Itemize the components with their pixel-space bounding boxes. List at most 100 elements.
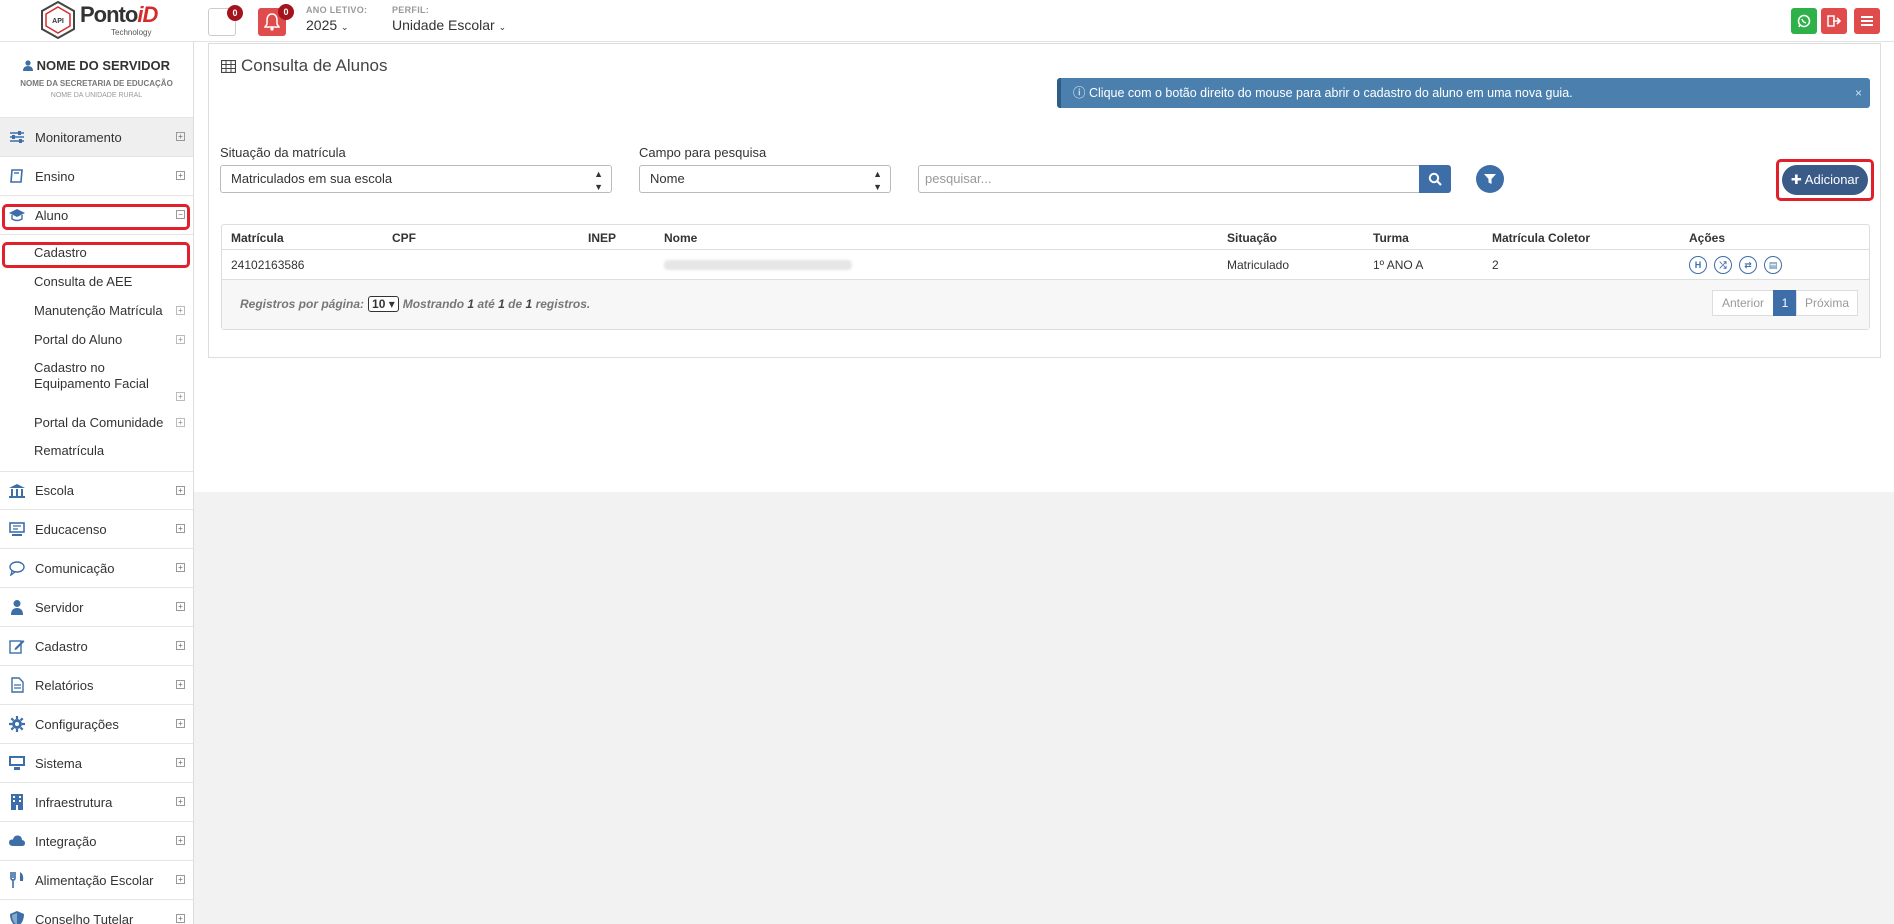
per-page-select[interactable]: 10 ▾ <box>368 296 399 312</box>
expand-icon: + <box>176 486 185 495</box>
info-alert: ⓘ Clique com o botão direito do mouse pa… <box>1057 78 1870 108</box>
campo-select[interactable]: Nome ▲ ▼ <box>639 165 891 193</box>
page-1-button[interactable]: 1 <box>1773 290 1797 316</box>
expand-icon: + <box>176 836 185 845</box>
situacao-select[interactable]: Matriculados em sua escola ▲ ▼ <box>220 165 612 193</box>
expand-icon: + <box>176 132 185 141</box>
search-icon <box>1428 172 1442 186</box>
sidebar-item-relatorios[interactable]: Relatórios + <box>0 666 193 705</box>
cell-matricula: 24102163586 <box>231 258 305 272</box>
sidebar-subitem-consulta-aee[interactable]: Consulta de AEE <box>0 267 193 296</box>
alerts-count-badge: 0 <box>278 4 294 20</box>
chevron-down-icon: ⌄ <box>498 22 507 32</box>
sidebar-item-conselho-tutelar[interactable]: Conselho Tutelar + <box>0 900 193 924</box>
transfer-action-button[interactable]: ⇄ <box>1739 256 1757 274</box>
whatsapp-button[interactable] <box>1791 8 1817 34</box>
sidebar-item-infraestrutura[interactable]: Infraestrutura + <box>0 783 193 822</box>
search-input[interactable]: pesquisar... <box>918 165 1420 193</box>
perfil-selector[interactable]: PERFIL: Unidade Escolar ⌄ <box>392 5 506 33</box>
add-button[interactable]: ✚ Adicionar <box>1782 165 1868 195</box>
shield-icon <box>10 911 24 924</box>
col-cpf[interactable]: CPF <box>392 231 416 245</box>
sidebar-item-educacenso[interactable]: Educacenso + <box>0 510 193 549</box>
col-nome[interactable]: Nome <box>664 231 697 245</box>
expand-icon: + <box>176 524 185 533</box>
year-selector[interactable]: ANO LETIVO: 2025 ⌄ <box>306 5 367 33</box>
col-turma[interactable]: Turma <box>1373 231 1409 245</box>
table-icon <box>221 59 236 73</box>
sidebar-item-monitoramento[interactable]: Monitoramento + <box>0 118 193 157</box>
logo-brand-text: PontoiD <box>80 2 158 27</box>
expand-icon: + <box>176 392 185 401</box>
sidebar-item-escola[interactable]: Escola + <box>0 471 193 510</box>
sidebar-item-sistema[interactable]: Sistema + <box>0 744 193 783</box>
messages-count-badge: 0 <box>227 5 243 21</box>
file-text-icon <box>11 677 24 693</box>
sidebar-item-configuracoes[interactable]: Configurações + <box>0 705 193 744</box>
person-icon <box>11 600 23 615</box>
sidebar-subitem-manutencao-matricula[interactable]: Manutenção Matrícula + <box>0 296 193 325</box>
pontoid-logo[interactable]: API PontoiD Technology <box>36 0 158 40</box>
expand-icon: + <box>176 171 185 180</box>
messages-button[interactable]: 0 <box>208 5 243 36</box>
campo-label: Campo para pesquisa <box>639 145 767 160</box>
expand-icon: + <box>176 418 185 427</box>
next-page-button[interactable]: Próxima <box>1796 290 1858 316</box>
perfil-label: PERFIL: <box>392 5 430 15</box>
expand-icon: + <box>176 875 185 884</box>
svg-text:API: API <box>52 18 64 25</box>
sidebar-item-ensino[interactable]: Ensino + <box>0 157 193 196</box>
sidebar: NOME DO SERVIDOR NOME DA SECRETARIA DE E… <box>0 42 194 924</box>
plus-icon: ✚ <box>1790 172 1802 187</box>
pager-info: Registros por página: 10 ▾ Mostrando 1 até… <box>240 296 591 312</box>
desktop-icon <box>9 756 25 770</box>
document-action-button[interactable]: ▤ <box>1764 256 1782 274</box>
page-title: Consulta de Alunos <box>221 56 388 76</box>
shuffle-action-button[interactable]: ⤮ <box>1714 256 1732 274</box>
sidebar-subitem-equipamento-facial[interactable]: Cadastro no Equipamento Facial + <box>0 354 193 408</box>
col-inep[interactable]: INEP <box>588 231 616 245</box>
sidebar-item-servidor[interactable]: Servidor + <box>0 588 193 627</box>
situacao-label: Situação da matrícula <box>220 145 346 160</box>
edit-icon <box>9 640 25 654</box>
sidebar-subitem-rematricula[interactable]: Rematrícula <box>0 437 193 465</box>
select-arrows-icon: ▲ ▼ <box>594 169 603 192</box>
expand-icon: + <box>176 797 185 806</box>
sidebar-item-integracao[interactable]: Integração + <box>0 822 193 861</box>
col-acoes: Ações <box>1689 231 1726 245</box>
expand-icon: + <box>176 680 185 689</box>
user-info: NOME DO SERVIDOR NOME DA SECRETARIA DE E… <box>0 42 193 118</box>
year-label: ANO LETIVO: <box>306 5 368 15</box>
logout-button[interactable] <box>1821 8 1847 34</box>
sidebar-item-cadastro[interactable]: Cadastro + <box>0 627 193 666</box>
expand-icon: + <box>176 602 185 611</box>
alert-close-button[interactable]: × <box>1855 78 1862 108</box>
year-value: 2025 <box>306 17 338 33</box>
sidebar-subitem-portal-comunidade[interactable]: Portal da Comunidade + <box>0 408 193 437</box>
book-icon <box>10 169 23 183</box>
sidebar-subitem-portal-aluno[interactable]: Portal do Aluno + <box>0 325 193 354</box>
alerts-button[interactable]: 0 <box>258 4 294 36</box>
expand-icon: + <box>176 335 185 344</box>
sidebar-item-comunicacao[interactable]: Comunicação + <box>0 549 193 588</box>
filter-button[interactable] <box>1476 165 1504 193</box>
prev-page-button[interactable]: Anterior <box>1712 290 1774 316</box>
menu-button[interactable] <box>1854 8 1880 34</box>
historico-action-button[interactable]: H <box>1689 256 1707 274</box>
whatsapp-icon <box>1797 14 1811 28</box>
perfil-value: Unidade Escolar <box>392 17 495 33</box>
cell-situacao: Matriculado <box>1227 258 1290 272</box>
info-icon: ⓘ <box>1073 86 1086 100</box>
highlight-cadastro <box>2 242 190 268</box>
user-icon <box>22 60 33 71</box>
university-icon <box>9 483 25 498</box>
cell-coletor: 2 <box>1492 258 1499 272</box>
chat-bubble-icon <box>9 561 25 576</box>
table-row[interactable]: 24102163586 Matriculado 1º ANO A 2 H ⤮ ⇄… <box>222 250 1869 280</box>
expand-icon: + <box>176 914 185 923</box>
sidebar-item-alimentacao[interactable]: Alimentação Escolar + <box>0 861 193 900</box>
search-button[interactable] <box>1419 165 1451 193</box>
col-matricula[interactable]: Matrícula <box>231 231 284 245</box>
col-situacao[interactable]: Situação <box>1227 231 1277 245</box>
col-matricula-coletor[interactable]: Matrícula Coletor <box>1492 231 1590 245</box>
